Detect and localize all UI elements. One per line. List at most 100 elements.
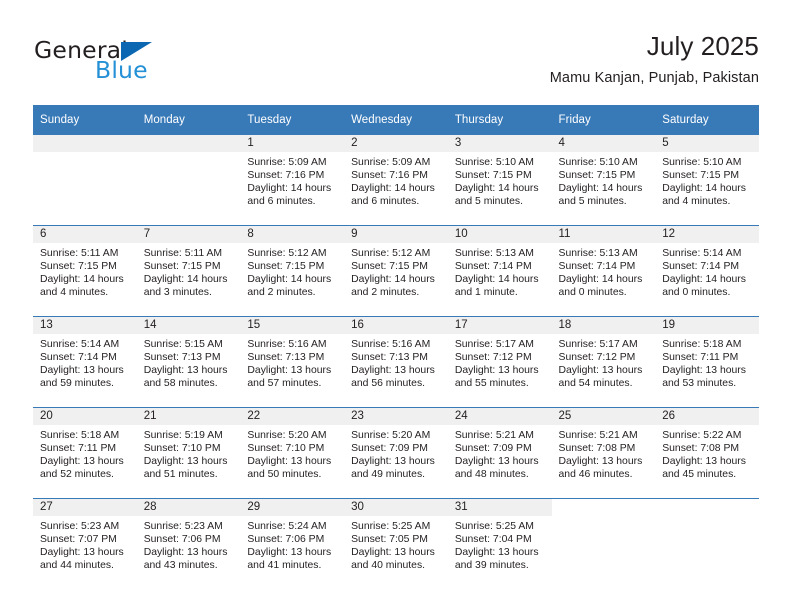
sunrise-text: Sunrise: 5:22 AM — [662, 430, 742, 441]
sunset-text: Sunset: 7:15 PM — [247, 261, 325, 273]
daylight-text: Daylight: 13 hours and 56 minutes. — [351, 365, 435, 390]
calendar-day-cell[interactable]: 18 Sunrise: 5:17 AM Sunset: 7:12 PM Dayligh… — [551, 316, 656, 408]
calendar-day-cell[interactable]: 12 Sunrise: 5:14 AM Sunset: 7:14 PM Dayligh… — [655, 225, 759, 317]
calendar-week-row: 1 Sunrise: 5:09 AM Sunset: 7:16 PM Daylight… — [33, 135, 759, 226]
calendar-day-cell[interactable] — [655, 498, 759, 589]
day-sun-info: Sunrise: 5:25 AM Sunset: 7:04 PM Daylight:… — [448, 516, 552, 572]
day-sun-info: Sunrise: 5:20 AM Sunset: 7:10 PM Daylight:… — [240, 425, 344, 481]
day-sun-info: Sunrise: 5:15 AM Sunset: 7:13 PM Daylight:… — [137, 334, 241, 390]
calendar-day-cell[interactable]: 16 Sunrise: 5:16 AM Sunset: 7:13 PM Dayligh… — [344, 316, 448, 408]
calendar-day-cell[interactable]: 29 Sunrise: 5:24 AM Sunset: 7:06 PM Dayligh… — [240, 498, 345, 589]
sunrise-text: Sunrise: 5:15 AM — [143, 339, 223, 350]
calendar-day-cell[interactable] — [136, 135, 241, 226]
daylight-text: Daylight: 14 hours and 6 minutes. — [247, 183, 332, 208]
sunset-text: Sunset: 7:15 PM — [558, 170, 636, 182]
daylight-text: Daylight: 14 hours and 4 minutes. — [662, 183, 746, 208]
calendar-day-cell[interactable]: 31 Sunrise: 5:25 AM Sunset: 7:04 PM Dayligh… — [447, 498, 552, 589]
day-cell-content: 11 Sunrise: 5:13 AM Sunset: 7:14 PM Dayligh… — [551, 226, 656, 316]
daylight-text: Daylight: 14 hours and 4 minutes. — [40, 274, 124, 299]
calendar-day-cell[interactable]: 11 Sunrise: 5:13 AM Sunset: 7:14 PM Dayligh… — [551, 225, 656, 317]
day-sun-info: Sunrise: 5:19 AM Sunset: 7:10 PM Daylight:… — [137, 425, 241, 481]
day-sun-info: Sunrise: 5:16 AM Sunset: 7:13 PM Daylight:… — [344, 334, 448, 390]
weekday-header-sunday: Sunday — [33, 105, 137, 135]
calendar-day-cell[interactable]: 19 Sunrise: 5:18 AM Sunset: 7:11 PM Dayligh… — [655, 316, 759, 408]
calendar-day-cell[interactable]: 5 Sunrise: 5:10 AM Sunset: 7:15 PM Daylight… — [655, 135, 759, 226]
day-cell-content: 18 Sunrise: 5:17 AM Sunset: 7:12 PM Dayligh… — [551, 317, 656, 407]
day-number: 7 — [136, 226, 241, 243]
day-number: 10 — [447, 226, 552, 243]
day-number: 23 — [344, 408, 448, 425]
daylight-text: Daylight: 14 hours and 0 minutes. — [662, 274, 746, 299]
calendar-day-cell[interactable]: 2 Sunrise: 5:09 AM Sunset: 7:16 PM Daylight… — [344, 135, 448, 226]
daylight-text: Daylight: 14 hours and 2 minutes. — [351, 274, 435, 299]
day-cell-content: 19 Sunrise: 5:18 AM Sunset: 7:11 PM Dayligh… — [655, 317, 759, 407]
calendar-day-cell[interactable]: 15 Sunrise: 5:16 AM Sunset: 7:13 PM Dayligh… — [240, 316, 345, 408]
sunrise-text: Sunrise: 5:13 AM — [558, 248, 638, 259]
day-cell-content: 5 Sunrise: 5:10 AM Sunset: 7:15 PM Daylight… — [655, 135, 759, 225]
calendar-day-cell[interactable]: 21 Sunrise: 5:19 AM Sunset: 7:10 PM Dayligh… — [136, 407, 241, 499]
location-subtitle: Mamu Kanjan, Punjab, Pakistan — [549, 70, 759, 86]
day-sun-info: Sunrise: 5:25 AM Sunset: 7:05 PM Daylight:… — [344, 516, 448, 572]
generalblue-logo[interactable]: General Blue — [33, 34, 263, 92]
calendar-day-cell[interactable]: 24 Sunrise: 5:21 AM Sunset: 7:09 PM Dayligh… — [447, 407, 552, 499]
calendar-day-cell[interactable]: 14 Sunrise: 5:15 AM Sunset: 7:13 PM Dayligh… — [136, 316, 241, 408]
day-sun-info: Sunrise: 5:22 AM Sunset: 7:08 PM Daylight:… — [655, 425, 759, 481]
calendar-day-cell[interactable] — [551, 498, 656, 589]
sunrise-text: Sunrise: 5:18 AM — [40, 430, 120, 441]
sunset-text: Sunset: 7:04 PM — [454, 534, 532, 546]
calendar-day-cell[interactable]: 26 Sunrise: 5:22 AM Sunset: 7:08 PM Dayligh… — [655, 407, 759, 499]
calendar-day-cell[interactable]: 8 Sunrise: 5:12 AM Sunset: 7:15 PM Daylight… — [240, 225, 345, 317]
calendar-day-cell[interactable]: 9 Sunrise: 5:12 AM Sunset: 7:15 PM Daylight… — [344, 225, 448, 317]
calendar-day-cell[interactable]: 22 Sunrise: 5:20 AM Sunset: 7:10 PM Dayligh… — [240, 407, 345, 499]
daylight-text: Daylight: 13 hours and 45 minutes. — [662, 456, 746, 481]
daylight-text: Daylight: 13 hours and 58 minutes. — [143, 365, 228, 390]
sunrise-text: Sunrise: 5:17 AM — [558, 339, 638, 350]
calendar-day-cell[interactable]: 27 Sunrise: 5:23 AM Sunset: 7:07 PM Dayligh… — [33, 498, 137, 589]
daylight-text: Daylight: 13 hours and 51 minutes. — [143, 456, 228, 481]
day-cell-content: 8 Sunrise: 5:12 AM Sunset: 7:15 PM Daylight… — [240, 226, 345, 316]
calendar-day-cell[interactable]: 17 Sunrise: 5:17 AM Sunset: 7:12 PM Dayligh… — [447, 316, 552, 408]
day-cell-content: 10 Sunrise: 5:13 AM Sunset: 7:14 PM Dayligh… — [447, 226, 552, 316]
day-cell-content: 31 Sunrise: 5:25 AM Sunset: 7:04 PM Dayligh… — [447, 499, 552, 589]
sunset-text: Sunset: 7:05 PM — [351, 534, 428, 546]
day-cell-content: 7 Sunrise: 5:11 AM Sunset: 7:15 PM Daylight… — [136, 226, 241, 316]
day-cell-content: 3 Sunrise: 5:10 AM Sunset: 7:15 PM Daylight… — [447, 135, 552, 225]
weekday-header-wednesday: Wednesday — [344, 105, 448, 135]
day-cell-content: 13 Sunrise: 5:14 AM Sunset: 7:14 PM Dayligh… — [33, 317, 137, 407]
calendar-day-cell[interactable]: 23 Sunrise: 5:20 AM Sunset: 7:09 PM Dayligh… — [344, 407, 448, 499]
page-title: July 2025 — [646, 31, 759, 61]
daylight-text: Daylight: 13 hours and 50 minutes. — [247, 456, 332, 481]
day-cell-content — [655, 499, 759, 589]
day-number: 8 — [240, 226, 345, 243]
day-cell-content: 23 Sunrise: 5:20 AM Sunset: 7:09 PM Dayligh… — [344, 408, 448, 498]
day-number: 4 — [551, 135, 656, 152]
day-sun-info: Sunrise: 5:11 AM Sunset: 7:15 PM Daylight:… — [137, 243, 241, 299]
day-number: 11 — [551, 226, 656, 243]
calendar-day-cell[interactable]: 6 Sunrise: 5:11 AM Sunset: 7:15 PM Daylight… — [33, 225, 137, 317]
calendar-day-cell[interactable]: 7 Sunrise: 5:11 AM Sunset: 7:15 PM Daylight… — [136, 225, 241, 317]
calendar-day-cell[interactable]: 30 Sunrise: 5:25 AM Sunset: 7:05 PM Dayligh… — [344, 498, 448, 589]
daylight-text: Daylight: 13 hours and 57 minutes. — [247, 365, 332, 390]
day-sun-info: Sunrise: 5:09 AM Sunset: 7:16 PM Daylight:… — [344, 152, 448, 208]
day-number: 3 — [447, 135, 552, 152]
calendar-day-cell[interactable]: 3 Sunrise: 5:10 AM Sunset: 7:15 PM Daylight… — [447, 135, 552, 226]
daylight-text: Daylight: 13 hours and 48 minutes. — [454, 456, 539, 481]
calendar-day-cell[interactable]: 25 Sunrise: 5:21 AM Sunset: 7:08 PM Dayligh… — [551, 407, 656, 499]
calendar-day-cell[interactable]: 10 Sunrise: 5:13 AM Sunset: 7:14 PM Dayligh… — [447, 225, 552, 317]
sunrise-text: Sunrise: 5:25 AM — [454, 521, 534, 532]
calendar-day-cell[interactable]: 13 Sunrise: 5:14 AM Sunset: 7:14 PM Dayligh… — [33, 316, 137, 408]
day-number: 13 — [33, 317, 137, 334]
day-sun-info: Sunrise: 5:18 AM Sunset: 7:11 PM Daylight:… — [655, 334, 759, 390]
sunset-text: Sunset: 7:15 PM — [454, 170, 532, 182]
sunrise-text: Sunrise: 5:25 AM — [351, 521, 431, 532]
calendar-day-cell[interactable] — [33, 135, 137, 226]
weekday-header-thursday: Thursday — [447, 105, 552, 135]
day-number: 6 — [33, 226, 137, 243]
calendar-day-cell[interactable]: 28 Sunrise: 5:23 AM Sunset: 7:06 PM Dayligh… — [136, 498, 241, 589]
calendar-day-cell[interactable]: 20 Sunrise: 5:18 AM Sunset: 7:11 PM Dayligh… — [33, 407, 137, 499]
sunrise-text: Sunrise: 5:19 AM — [143, 430, 223, 441]
sunrise-text: Sunrise: 5:12 AM — [247, 248, 327, 259]
calendar-day-cell[interactable]: 4 Sunrise: 5:10 AM Sunset: 7:15 PM Daylight… — [551, 135, 656, 226]
calendar-day-cell[interactable]: 1 Sunrise: 5:09 AM Sunset: 7:16 PM Daylight… — [240, 135, 345, 226]
day-number: 9 — [344, 226, 448, 243]
